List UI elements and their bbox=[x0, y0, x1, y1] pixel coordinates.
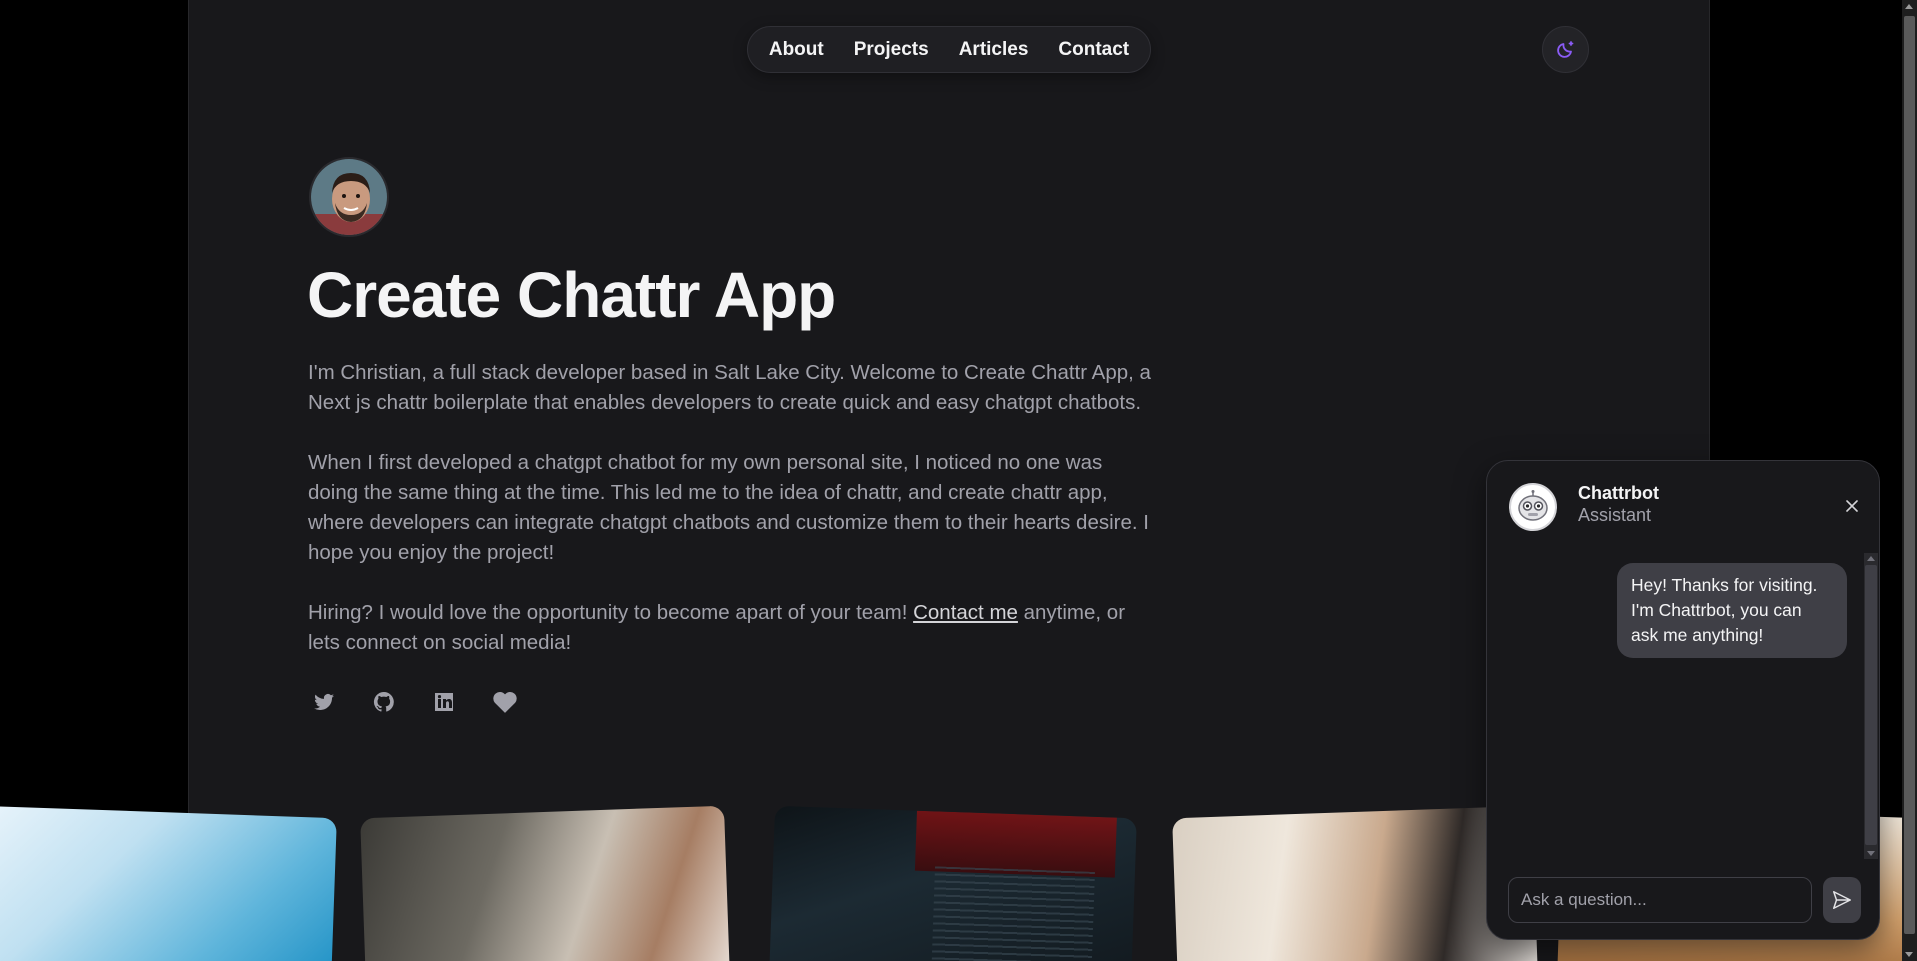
profile-avatar bbox=[309, 157, 389, 237]
intro-paragraph: I'm Christian, a full stack developer ba… bbox=[308, 361, 1151, 414]
nav-link-articles[interactable]: Articles bbox=[959, 39, 1029, 61]
chatbot-widget: Chattrbot Assistant Hey! Thanks for visi… bbox=[1486, 460, 1880, 940]
bot-name: Chattrbot bbox=[1578, 483, 1659, 503]
bot-message: Hey! Thanks for visiting. I'm Chattrbot,… bbox=[1617, 563, 1847, 658]
page-scroll-up-arrow[interactable] bbox=[1905, 4, 1913, 9]
send-icon bbox=[1833, 891, 1851, 909]
nav-link-projects[interactable]: Projects bbox=[854, 39, 929, 61]
moon-sparkle-icon bbox=[1556, 40, 1573, 58]
scroll-down-arrow[interactable] bbox=[1867, 851, 1875, 856]
page-scroll-thumb[interactable] bbox=[1904, 16, 1915, 934]
page-scroll-down-arrow[interactable] bbox=[1905, 952, 1913, 957]
contact-me-link[interactable]: Contact me bbox=[913, 601, 1018, 624]
hiring-paragraph: Hiring? I would love the opportunity to … bbox=[308, 598, 1158, 658]
heart-icon[interactable] bbox=[492, 690, 517, 714]
twitter-icon[interactable] bbox=[312, 690, 336, 714]
hiring-text: Hiring? I would love the opportunity to … bbox=[308, 601, 914, 624]
close-icon bbox=[1846, 500, 1858, 512]
theme-toggle-button[interactable] bbox=[1542, 26, 1589, 73]
chat-messages: Hey! Thanks for visiting. I'm Chattrbot,… bbox=[1487, 553, 1867, 859]
story-paragraph: When I first developed a chatgpt chatbot… bbox=[308, 451, 1149, 564]
nav-link-contact[interactable]: Contact bbox=[1058, 39, 1129, 61]
page-scrollbar[interactable] bbox=[1902, 0, 1917, 961]
chat-scrollbar[interactable] bbox=[1864, 553, 1878, 859]
photo-developer-laptop bbox=[360, 805, 730, 961]
bot-role: Assistant bbox=[1578, 505, 1652, 525]
social-links bbox=[312, 690, 517, 714]
robot-icon bbox=[1518, 490, 1548, 521]
chat-scroll-thumb[interactable] bbox=[1865, 565, 1877, 845]
photo-people bbox=[1172, 805, 1538, 961]
scroll-up-arrow[interactable] bbox=[1867, 556, 1875, 561]
main-nav: About Projects Articles Contact bbox=[747, 26, 1151, 73]
photo-code-monitor bbox=[769, 805, 1137, 961]
page-title: Create Chattr App bbox=[307, 259, 836, 331]
linkedin-icon[interactable] bbox=[432, 690, 456, 714]
nav-link-about[interactable]: About bbox=[769, 39, 824, 61]
chat-question-input[interactable] bbox=[1508, 877, 1812, 923]
close-chat-button[interactable] bbox=[1843, 497, 1861, 515]
bot-avatar bbox=[1509, 483, 1557, 531]
github-icon[interactable] bbox=[372, 690, 396, 714]
send-button[interactable] bbox=[1823, 877, 1861, 923]
photo-sky bbox=[0, 805, 337, 961]
